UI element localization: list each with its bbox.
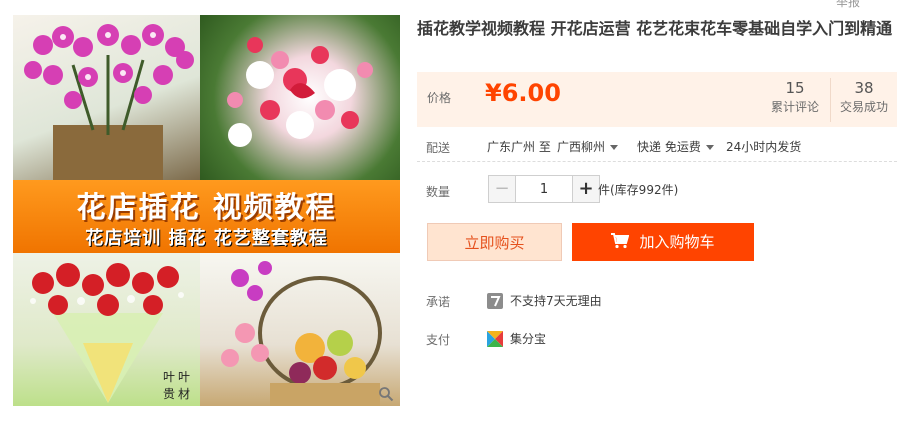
increase-quantity-button[interactable]: + <box>572 176 599 202</box>
bouquet-photo <box>200 15 400 180</box>
banner-title: 花店插花 视频教程 <box>76 190 337 224</box>
rose-bouquet-photo: 叶叶贵材 <box>13 253 200 406</box>
payment-text: 集分宝 <box>510 332 547 346</box>
decrease-quantity-button[interactable]: − <box>489 176 516 202</box>
sales-label: 交易成功 <box>839 100 888 114</box>
shipping-origin: 广东广州 至 <box>487 140 551 154</box>
buy-now-button[interactable]: 立即购买 <box>427 223 562 261</box>
quantity-label: 数量 <box>426 185 451 199</box>
quantity-stepper: − + <box>488 175 600 203</box>
divider <box>417 161 897 163</box>
quantity-input[interactable] <box>516 176 572 202</box>
destination-text: 广西柳州 <box>557 140 606 154</box>
sales-stat: 38 交易成功 <box>830 78 897 122</box>
promise-text: 不支持7天无理由 <box>510 294 602 308</box>
jifenbao-icon <box>487 330 503 347</box>
payment-item[interactable]: 集分宝 <box>487 330 546 347</box>
stock-info: 件(库存992件) <box>598 183 679 197</box>
shipping-label: 配送 <box>426 141 451 155</box>
chevron-down-icon <box>705 145 714 150</box>
price-value: ¥6.00 <box>485 79 561 107</box>
add-to-cart-label: 加入购物车 <box>639 233 715 251</box>
promise-item[interactable]: 不支持7天无理由 <box>487 292 602 309</box>
chevron-down-icon <box>610 145 619 150</box>
product-title: 插花教学视频教程 开花店运营 花艺花束花车零基础自学入门到精通 <box>417 19 893 38</box>
add-to-cart-button[interactable]: 加入购物车 <box>572 223 754 261</box>
no-7-day-return-icon <box>487 292 503 309</box>
promo-banner: 花店插花 视频教程 花店培训 插花 花艺整套教程 <box>13 180 400 253</box>
price-label: 价格 <box>427 91 452 105</box>
payment-label: 支付 <box>426 333 451 347</box>
delivery-method-text: 快递 免运费 <box>637 140 701 154</box>
delivery-method-select[interactable]: 快递 免运费 <box>637 138 714 155</box>
image-watermark: 叶叶贵材 <box>163 370 194 401</box>
reviews-label: 累计评论 <box>770 100 819 114</box>
reviews-stat[interactable]: 15 累计评论 <box>762 78 828 116</box>
cart-icon <box>611 233 630 249</box>
promise-label: 承诺 <box>426 295 451 309</box>
price-panel: 价格 ¥6.00 15 累计评论 38 交易成功 <box>417 72 897 127</box>
zoom-icon[interactable] <box>378 386 394 402</box>
dispatch-time: 24小时内发货 <box>726 140 802 154</box>
fruit-basket-photo <box>200 253 400 406</box>
sales-count: 38 <box>854 79 874 97</box>
banner-subtitle: 花店培训 插花 花艺整套教程 <box>85 228 328 249</box>
reviews-count: 15 <box>785 79 805 97</box>
product-main-image[interactable]: 花店插花 视频教程 花店培训 插花 花艺整套教程 叶叶贵材 <box>13 15 400 406</box>
orchid-photo <box>13 15 200 180</box>
report-link[interactable]: 举报 <box>836 0 860 10</box>
destination-select[interactable]: 广西柳州 <box>557 138 619 155</box>
